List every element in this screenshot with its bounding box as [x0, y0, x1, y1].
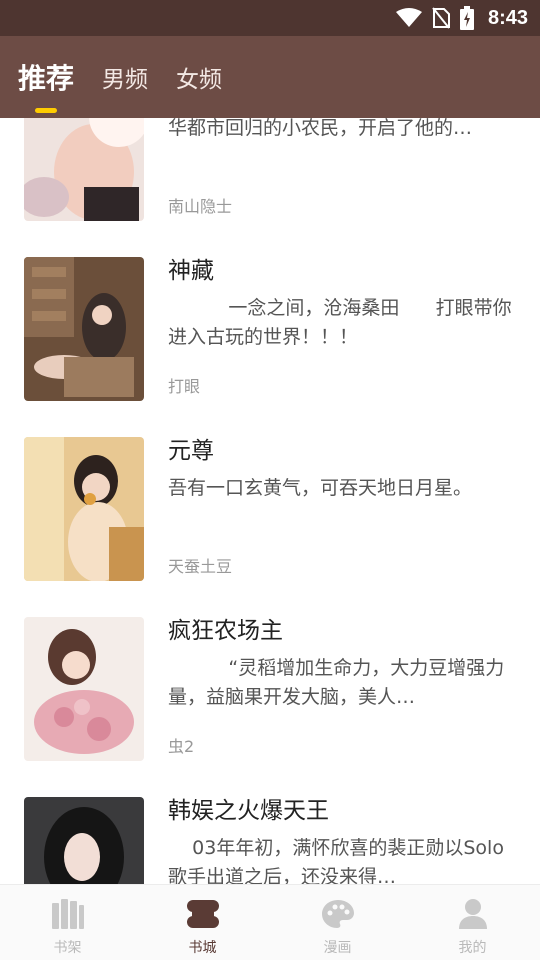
nav-comics[interactable]: 漫画 [270, 885, 405, 960]
tab-female[interactable]: 女频 [176, 60, 222, 94]
tab-label: 女频 [176, 67, 223, 93]
nav-mine[interactable]: 我的 [405, 885, 540, 960]
book-cover [24, 797, 144, 884]
top-tab-bar: 推荐 男频 女频 [0, 36, 540, 118]
book-cover [24, 617, 144, 761]
book-author: 虫2 [168, 737, 195, 756]
clock: 8:43 [487, 6, 528, 29]
wifi-icon [395, 8, 422, 28]
nav-bookstore[interactable]: 书城 [135, 885, 270, 960]
nav-bookshelf[interactable]: 书架 [0, 885, 135, 960]
book-description: 华都市回归的小农民，开启了他的… [168, 118, 473, 139]
book-title: 元尊 [168, 438, 214, 464]
list-item[interactable]: 韩娱之火爆天王 03年年初，满怀欣喜的裴正勋以Solo歌手出道之后，还没来得… [0, 776, 540, 884]
book-list[interactable]: 华都市回归的小农民，开启了他的… 南山隐士 神藏 一念之间，沧海桑田 打眼带你进… [0, 118, 540, 884]
book-title: 疯狂农场主 [168, 618, 283, 644]
list-item[interactable]: 元尊 吾有一口玄黄气，可吞天地日月星。 天蚕土豆 [0, 416, 540, 596]
book-author: 打眼 [168, 377, 201, 396]
book-author: 南山隐士 [168, 197, 233, 216]
palette-icon [321, 899, 355, 933]
book-description: 一念之间，沧海桑田 打眼带你进入古玩的世界！！！ [168, 297, 512, 348]
nav-label: 书架 [53, 940, 82, 956]
list-item[interactable]: 神藏 一念之间，沧海桑田 打眼带你进入古玩的世界！！！ 打眼 [0, 236, 540, 416]
book-cover [24, 257, 144, 401]
nav-label: 书城 [188, 940, 217, 956]
no-sim-icon [432, 7, 450, 29]
tab-recommend[interactable]: 推荐 [18, 57, 75, 113]
list-item[interactable]: 疯狂农场主 “灵稻增加生命力，大力豆增强力量，益脑果开发大脑，美人… 虫2 [0, 596, 540, 776]
book-title: 韩娱之火爆天王 [168, 798, 329, 824]
status-bar: 8:43 [0, 0, 540, 36]
book-description: “灵稻增加生命力，大力豆增强力量，益脑果开发大脑，美人… [168, 657, 505, 708]
active-tab-indicator [35, 108, 57, 113]
book-title: 神藏 [168, 258, 214, 284]
book-cover [24, 118, 144, 221]
nav-label: 漫画 [323, 940, 352, 956]
book-cover [24, 437, 144, 581]
bookstore-icon [186, 899, 220, 933]
battery-icon [459, 6, 474, 30]
tab-label: 男频 [102, 67, 149, 93]
book-description: 吾有一口玄黄气，可吞天地日月星。 [168, 477, 473, 499]
nav-label: 我的 [458, 940, 487, 956]
tab-male[interactable]: 男频 [102, 60, 148, 94]
book-author: 天蚕土豆 [168, 557, 233, 576]
bottom-nav: 书架 书城 漫画 我的 [0, 884, 540, 960]
bookshelf-icon [51, 899, 85, 933]
book-description: 03年年初，满怀欣喜的裴正勋以Solo歌手出道之后，还没来得… [168, 837, 504, 884]
person-icon [456, 899, 490, 933]
tab-label: 推荐 [18, 62, 75, 95]
list-item[interactable]: 华都市回归的小农民，开启了他的… 南山隐士 [0, 118, 540, 236]
